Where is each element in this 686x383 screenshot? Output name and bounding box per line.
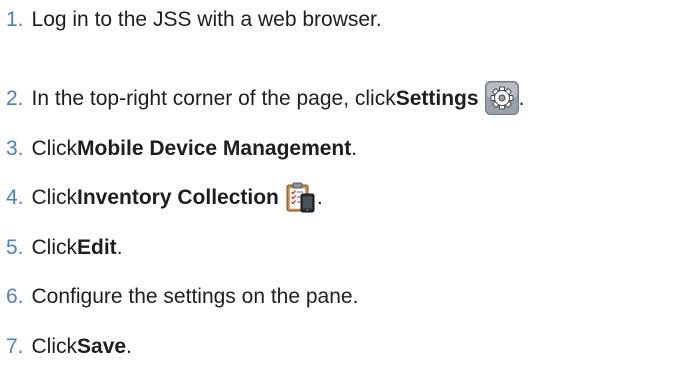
step-number: 1. xyxy=(6,7,24,31)
step-text-prefix: In the top-right corner of the page, cli… xyxy=(31,86,396,110)
step-text-prefix: Click xyxy=(31,235,78,259)
step-7: 7. Click Save . xyxy=(6,329,132,363)
inventory-collection-label: Inventory Collection xyxy=(77,185,279,209)
step-number: 6. xyxy=(6,284,24,308)
save-label: Save xyxy=(77,334,127,358)
mobile-device-management-label: Mobile Device Management xyxy=(77,136,352,160)
step-number: 5. xyxy=(6,235,24,259)
step-number: 7. xyxy=(6,334,24,358)
step-text: Log in to the JSS with a web browser. xyxy=(31,7,382,31)
step-text-suffix: . xyxy=(518,86,525,110)
step-2: 2. In the top-right corner of the page, … xyxy=(6,81,524,115)
step-number: 3. xyxy=(6,136,24,160)
edit-label: Edit xyxy=(77,235,117,259)
gear-icon xyxy=(484,81,519,115)
step-text-suffix: . xyxy=(126,334,132,358)
step-number: 4. xyxy=(6,185,24,209)
settings-label: Settings xyxy=(395,86,479,110)
step-4: 4. Click Inventory Collection . xyxy=(6,180,323,214)
step-1: 1. Log in to the JSS with a web browser. xyxy=(6,2,382,36)
clipboard-device-icon xyxy=(285,181,317,213)
step-text-suffix: . xyxy=(116,235,123,259)
step-text-suffix: . xyxy=(351,136,358,160)
step-3: 3. Click Mobile Device Management . xyxy=(6,131,357,165)
step-text-suffix: . xyxy=(316,185,323,209)
step-6: 6. Configure the settings on the pane. xyxy=(6,279,358,313)
step-text-prefix: Click xyxy=(31,136,78,160)
step-text-prefix: Click xyxy=(31,185,78,209)
step-5: 5. Click Edit . xyxy=(6,230,123,264)
step-text: Configure the settings on the pane. xyxy=(31,284,359,308)
step-text-prefix: Click xyxy=(31,334,78,358)
step-number: 2. xyxy=(6,86,24,110)
